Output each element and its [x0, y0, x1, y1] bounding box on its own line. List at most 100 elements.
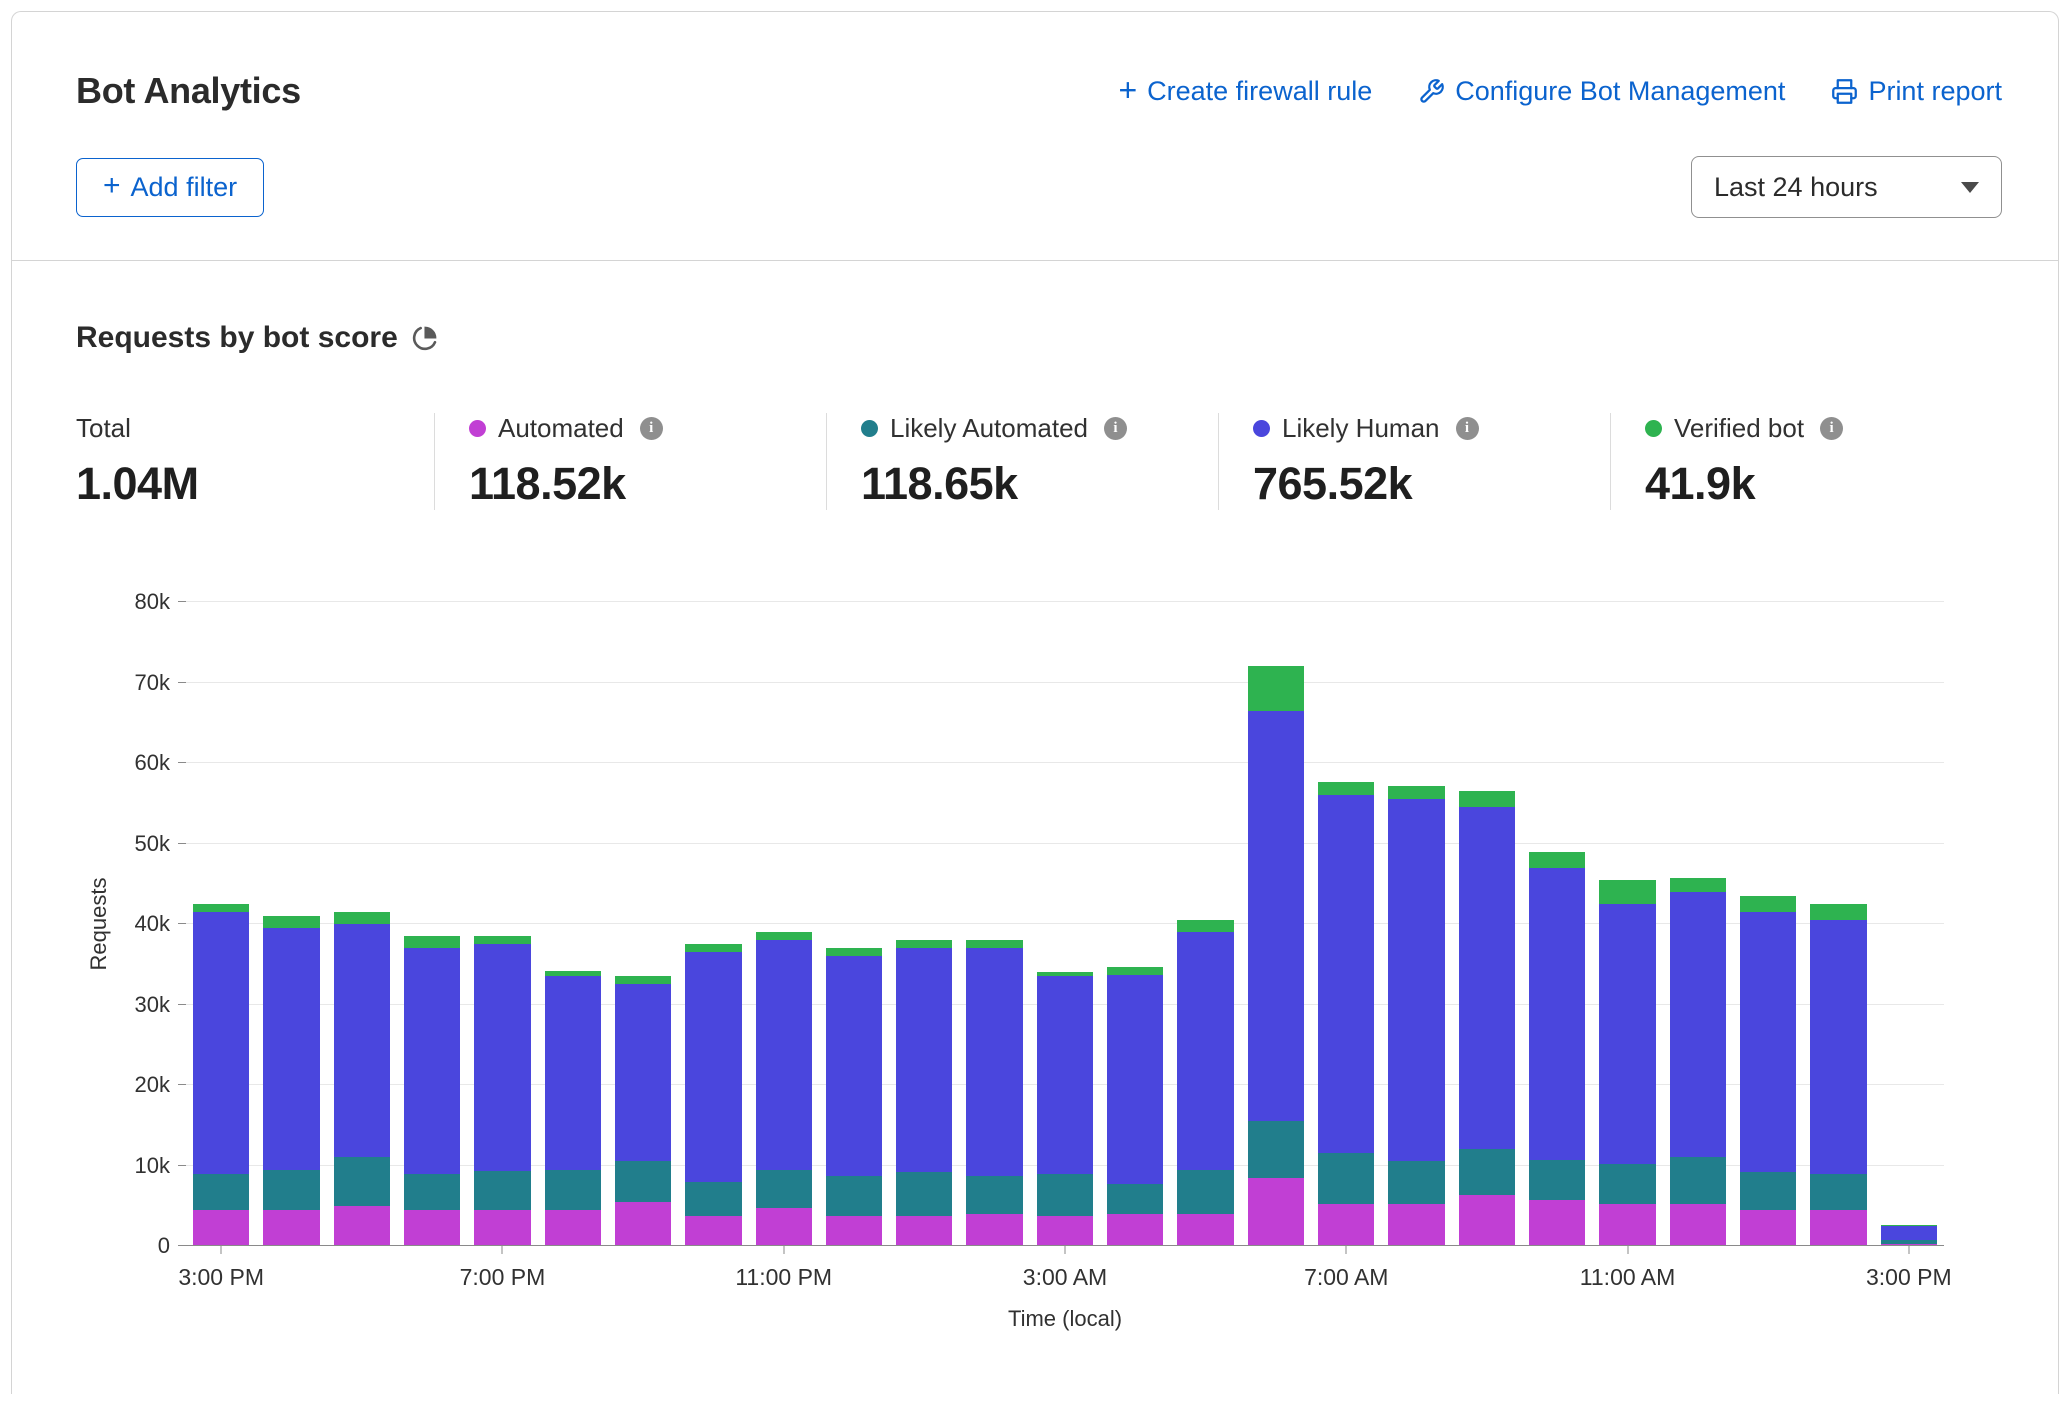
segment-likely_automated — [1529, 1160, 1585, 1200]
segment-likely_automated — [1810, 1174, 1866, 1210]
segment-likely_automated — [193, 1174, 249, 1210]
segment-verified_bot — [896, 940, 952, 948]
segment-likely_human — [1529, 868, 1585, 1160]
legend-verified_bot[interactable]: Verified boti41.9k — [1610, 413, 2002, 510]
segment-likely_automated — [1248, 1121, 1304, 1177]
legend-value: 118.65k — [861, 458, 1218, 510]
plot-area: Requests 3:00 PM7:00 PM11:00 PM3:00 AM7:… — [186, 602, 1944, 1246]
x-tick-label: 11:00 AM — [1580, 1264, 1675, 1291]
printer-icon — [1831, 78, 1858, 105]
bar-1100pm[interactable] — [749, 602, 819, 1246]
info-icon[interactable]: i — [640, 417, 663, 440]
legend-likely_automated[interactable]: Likely Automatedi118.65k — [826, 413, 1218, 510]
segment-likely_automated — [756, 1170, 812, 1209]
bar-300pm[interactable] — [1874, 602, 1944, 1246]
legend-label: Likely Human — [1282, 413, 1440, 444]
info-icon[interactable]: i — [1104, 417, 1127, 440]
segment-likely_human — [1388, 799, 1444, 1161]
segment-automated — [263, 1210, 319, 1246]
bar-500pm[interactable] — [327, 602, 397, 1246]
segment-likely_automated — [685, 1182, 741, 1217]
segment-likely_automated — [1107, 1184, 1163, 1214]
segment-verified_bot — [1529, 852, 1585, 868]
configure-bot-management-link[interactable]: Configure Bot Management — [1418, 76, 1785, 107]
segment-verified_bot — [1670, 878, 1726, 892]
segment-likely_human — [1318, 795, 1374, 1153]
bar-200pm[interactable] — [1803, 602, 1873, 1246]
y-tick-mark — [178, 601, 186, 602]
bot-analytics-card: Bot Analytics + Create firewall rule Con… — [11, 11, 2059, 1394]
page-title: Bot Analytics — [76, 70, 301, 112]
segment-likely_automated — [474, 1171, 530, 1210]
bar-200am[interactable] — [959, 602, 1029, 1246]
bar-300pm[interactable] — [186, 602, 256, 1246]
action-label: Print report — [1868, 76, 2002, 107]
bar-1200pm[interactable] — [1663, 602, 1733, 1246]
bar-400pm[interactable] — [256, 602, 326, 1246]
segment-verified_bot — [966, 940, 1022, 948]
y-tick-label: 60k — [135, 750, 170, 776]
segment-verified_bot — [1248, 666, 1304, 710]
legend-automated[interactable]: Automatedi118.52k — [434, 413, 826, 510]
x-tick-mark — [1065, 1246, 1066, 1254]
segment-likely_human — [685, 952, 741, 1181]
segment-likely_automated — [1670, 1157, 1726, 1204]
segment-likely_human — [545, 976, 601, 1169]
stat-total: Total 1.04M — [76, 413, 434, 510]
bar-800pm[interactable] — [538, 602, 608, 1246]
bar-400am[interactable] — [1100, 602, 1170, 1246]
segment-likely_automated — [1318, 1153, 1374, 1204]
segment-likely_human — [615, 984, 671, 1161]
create-firewall-rule-link[interactable]: + Create firewall rule — [1118, 76, 1372, 107]
segment-automated — [1529, 1200, 1585, 1246]
segment-verified_bot — [263, 916, 319, 928]
legend-likely_human[interactable]: Likely Humani765.52k — [1218, 413, 1610, 510]
time-range-select[interactable]: Last 24 hours — [1691, 156, 2002, 218]
bar-700pm[interactable] — [467, 602, 537, 1246]
add-filter-button[interactable]: + Add filter — [76, 158, 264, 217]
y-axis-label: Requests — [86, 878, 112, 971]
segment-automated — [474, 1210, 530, 1246]
y-tick-label: 80k — [135, 589, 170, 615]
segment-automated — [1388, 1204, 1444, 1246]
x-tick-label: 3:00 AM — [1023, 1264, 1107, 1291]
bar-100pm[interactable] — [1733, 602, 1803, 1246]
bar-600pm[interactable] — [397, 602, 467, 1246]
bar-1200am[interactable] — [819, 602, 889, 1246]
bar-1000pm[interactable] — [678, 602, 748, 1246]
segment-automated — [1177, 1214, 1233, 1246]
x-tick-label: 3:00 PM — [1866, 1264, 1952, 1291]
bar-300am[interactable] — [1030, 602, 1100, 1246]
segment-automated — [334, 1206, 390, 1246]
card-header: Bot Analytics + Create firewall rule Con… — [12, 12, 2058, 218]
segment-automated — [1810, 1210, 1866, 1246]
bar-500am[interactable] — [1170, 602, 1240, 1246]
bar-900am[interactable] — [1452, 602, 1522, 1246]
bar-600am[interactable] — [1241, 602, 1311, 1246]
x-axis-line — [186, 1245, 1944, 1246]
bar-100am[interactable] — [889, 602, 959, 1246]
info-icon[interactable]: i — [1820, 417, 1843, 440]
bar-1000am[interactable] — [1522, 602, 1592, 1246]
segment-likely_human — [193, 912, 249, 1174]
y-tick-mark — [178, 682, 186, 683]
segment-automated — [966, 1214, 1022, 1246]
segment-verified_bot — [474, 936, 530, 944]
segment-likely_human — [1670, 892, 1726, 1158]
segment-likely_human — [1599, 904, 1655, 1164]
legend-label: Automated — [498, 413, 624, 444]
bar-800am[interactable] — [1381, 602, 1451, 1246]
info-icon[interactable]: i — [1456, 417, 1479, 440]
content: Requests by bot score Total 1.04M Automa… — [12, 261, 2058, 1332]
print-report-link[interactable]: Print report — [1831, 76, 2002, 107]
segment-likely_human — [756, 940, 812, 1169]
bar-900pm[interactable] — [608, 602, 678, 1246]
segment-automated — [193, 1210, 249, 1246]
segment-verified_bot — [1740, 896, 1796, 912]
bar-700am[interactable] — [1311, 602, 1381, 1246]
y-tick-label: 40k — [135, 911, 170, 937]
y-tick-label: 20k — [135, 1072, 170, 1098]
segment-verified_bot — [1810, 904, 1866, 920]
bar-1100am[interactable] — [1592, 602, 1662, 1246]
segment-likely_human — [334, 924, 390, 1157]
